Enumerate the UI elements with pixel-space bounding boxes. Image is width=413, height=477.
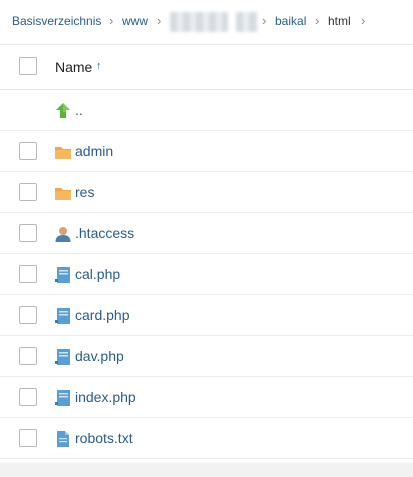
chevron-right-icon: ›: [262, 13, 267, 28]
row-checkbox[interactable]: [19, 429, 37, 447]
text-file-icon: [54, 430, 72, 448]
table-row[interactable]: dav.php: [0, 336, 413, 377]
file-name-link[interactable]: robots.txt: [75, 430, 133, 446]
folder-icon: [54, 184, 72, 202]
breadcrumb-item-www[interactable]: www: [122, 14, 148, 28]
row-checkbox[interactable]: [19, 265, 37, 283]
code-file-icon: [54, 348, 72, 366]
code-file-icon: [54, 266, 72, 284]
table-row[interactable]: .htaccess: [0, 213, 413, 254]
column-header-name[interactable]: Name: [55, 59, 92, 75]
code-file-icon: [54, 389, 72, 407]
chevron-right-icon: ›: [109, 13, 114, 28]
up-arrow-icon: [54, 102, 72, 120]
chevron-right-icon: ›: [157, 13, 162, 28]
chevron-right-icon: ›: [361, 13, 366, 28]
row-checkbox[interactable]: [19, 142, 37, 160]
row-checkbox[interactable]: [19, 224, 37, 242]
code-file-icon: [54, 307, 72, 325]
file-name-link[interactable]: index.php: [75, 389, 136, 405]
redacted-breadcrumb-item[interactable]: [236, 12, 258, 32]
select-all-checkbox[interactable]: [19, 57, 37, 75]
folder-icon: [54, 143, 72, 161]
row-checkbox[interactable]: [19, 388, 37, 406]
table-row[interactable]: admin: [0, 131, 413, 172]
breadcrumb: Basisverzeichnis › www › › baikal › html…: [0, 0, 413, 44]
file-name-link[interactable]: cal.php: [75, 266, 120, 282]
file-name-link[interactable]: res: [75, 184, 94, 200]
row-checkbox[interactable]: [19, 183, 37, 201]
redacted-breadcrumb-item[interactable]: [170, 12, 228, 32]
table-row[interactable]: cal.php: [0, 254, 413, 295]
breadcrumb-root[interactable]: Basisverzeichnis: [12, 14, 101, 28]
table-row[interactable]: robots.txt: [0, 418, 413, 459]
file-name-link[interactable]: admin: [75, 143, 113, 159]
file-name-link[interactable]: card.php: [75, 307, 129, 323]
table-row[interactable]: card.php: [0, 295, 413, 336]
user-file-icon: [54, 225, 72, 243]
row-checkbox[interactable]: [19, 347, 37, 365]
file-name-link[interactable]: .htaccess: [75, 225, 134, 241]
table-row[interactable]: res: [0, 172, 413, 213]
table-header: Name ↑: [0, 44, 413, 90]
file-name-link[interactable]: dav.php: [75, 348, 124, 364]
breadcrumb-item-baikal[interactable]: baikal: [275, 14, 306, 28]
arrow-up-icon[interactable]: ↑: [96, 60, 102, 72]
parent-directory-row[interactable]: ..: [0, 90, 413, 131]
footer-bar: [0, 463, 413, 477]
breadcrumb-item-html[interactable]: html: [328, 14, 351, 28]
chevron-right-icon: ›: [315, 13, 320, 28]
parent-directory-link[interactable]: ..: [75, 102, 83, 118]
row-checkbox[interactable]: [19, 306, 37, 324]
table-row[interactable]: index.php: [0, 377, 413, 418]
